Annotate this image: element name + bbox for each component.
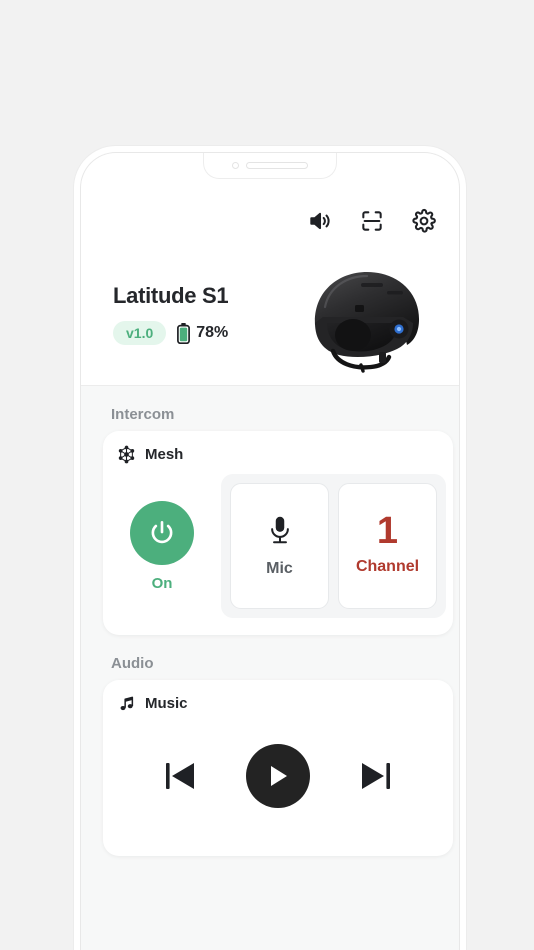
audio-card-carousel[interactable]: Music <box>81 680 459 856</box>
battery-icon <box>177 322 191 344</box>
mesh-channel-label: Channel <box>355 558 420 576</box>
device-status-row: v1.0 78% <box>113 321 228 345</box>
next-track-icon[interactable] <box>358 757 392 795</box>
front-camera-icon <box>232 162 239 169</box>
top-icon-bar <box>307 208 437 234</box>
phone-screen: Latitude S1 v1.0 78% Intercom Mesh On Mi… <box>80 152 460 950</box>
music-note-icon <box>117 694 136 713</box>
battery-indicator: 78% <box>177 322 229 344</box>
device-meta: Latitude S1 v1.0 78% <box>113 251 229 345</box>
helmet-image <box>301 259 433 377</box>
gear-icon[interactable] <box>411 208 437 234</box>
phone-frame: Latitude S1 v1.0 78% Intercom Mesh On Mi… <box>74 146 466 950</box>
main-content: Intercom Mesh On Mic 1 Channel Audio Mus… <box>81 386 459 950</box>
mesh-card-body: On Mic 1 Channel <box>103 464 453 618</box>
mesh-power-button[interactable] <box>130 500 194 565</box>
mesh-channel-number: 1 <box>376 509 399 552</box>
play-button[interactable] <box>246 744 310 808</box>
mesh-channel-tile[interactable]: 1 Channel <box>338 483 437 609</box>
battery-percent: 78% <box>196 324 229 341</box>
earpiece-speaker <box>246 162 308 169</box>
mesh-network-icon <box>117 445 136 464</box>
page-title: Latitude S1 <box>113 283 229 308</box>
mesh-mic-label: Mic <box>266 560 293 577</box>
qr-scan-icon[interactable] <box>359 208 385 234</box>
speaker-volume-icon[interactable] <box>307 208 333 234</box>
mesh-tile-group: Mic 1 Channel <box>221 474 446 618</box>
device-header: Latitude S1 v1.0 78% <box>81 251 459 385</box>
card-mesh-label: Mesh <box>145 446 184 463</box>
card-mesh[interactable]: Mesh On Mic 1 Channel <box>103 431 453 635</box>
card-music-header: Music <box>103 680 453 713</box>
mesh-power-state: On <box>151 574 173 592</box>
firmware-version-badge: v1.0 <box>113 321 167 345</box>
card-music[interactable]: Music <box>103 680 453 856</box>
mesh-power-column: On <box>103 500 221 592</box>
microphone-icon <box>267 514 293 548</box>
screenshot-stage: Latitude S1 v1.0 78% Intercom Mesh On Mi… <box>0 0 534 950</box>
phone-notch <box>203 153 337 179</box>
card-music-label: Music <box>145 695 188 712</box>
section-title-intercom: Intercom <box>111 406 175 423</box>
section-title-audio: Audio <box>111 655 154 672</box>
mesh-mic-tile[interactable]: Mic <box>230 483 329 609</box>
previous-track-icon[interactable] <box>164 757 198 795</box>
music-player-controls <box>103 713 453 839</box>
card-mesh-header: Mesh <box>103 431 453 464</box>
intercom-card-carousel[interactable]: Mesh On Mic 1 Channel <box>81 431 459 635</box>
